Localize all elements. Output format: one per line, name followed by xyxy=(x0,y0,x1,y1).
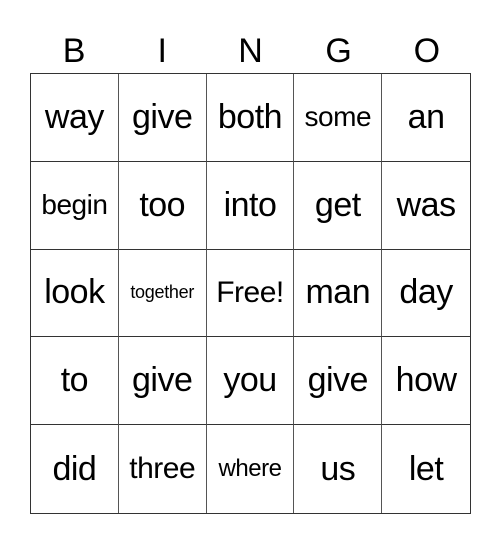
bingo-card: way give both some an begin too into get… xyxy=(30,73,471,514)
bingo-cell[interactable]: into xyxy=(206,161,295,250)
header-letter-o: O xyxy=(413,32,441,70)
bingo-cell[interactable]: both xyxy=(206,74,295,162)
bingo-cell[interactable]: three xyxy=(119,425,207,513)
header-letter-g: G xyxy=(325,32,352,70)
bingo-cell[interactable]: to xyxy=(31,337,119,426)
bingo-header: B I N G O xyxy=(30,30,472,73)
bingo-cell[interactable]: give xyxy=(118,337,207,426)
bingo-cell[interactable]: look xyxy=(31,249,119,338)
free-space[interactable]: Free! xyxy=(206,249,295,338)
bingo-cell[interactable]: begin xyxy=(31,161,119,250)
bingo-cell[interactable]: you xyxy=(206,337,295,426)
bingo-cell[interactable]: too xyxy=(118,161,207,250)
bingo-cell[interactable]: did xyxy=(31,425,119,513)
bingo-cell[interactable]: how xyxy=(382,337,470,426)
bingo-cell[interactable]: some xyxy=(294,74,383,162)
bingo-cell[interactable]: day xyxy=(382,250,470,338)
bingo-cell[interactable]: way xyxy=(31,74,119,162)
bingo-cell[interactable]: get xyxy=(294,161,383,250)
header-letter-b: B xyxy=(62,32,86,70)
bingo-cell[interactable]: together xyxy=(118,249,207,338)
header-letter-n: N xyxy=(238,32,263,70)
bingo-cell[interactable]: give xyxy=(118,74,207,162)
bingo-cell[interactable]: let xyxy=(382,425,470,513)
bingo-cell[interactable]: where xyxy=(207,425,295,513)
bingo-cell[interactable]: an xyxy=(382,74,470,162)
bingo-cell[interactable]: us xyxy=(294,425,383,513)
bingo-cell[interactable]: give xyxy=(294,337,383,426)
bingo-cell[interactable]: man xyxy=(294,249,383,338)
bingo-cell[interactable]: was xyxy=(382,162,470,250)
header-letter-i: I xyxy=(157,32,167,70)
